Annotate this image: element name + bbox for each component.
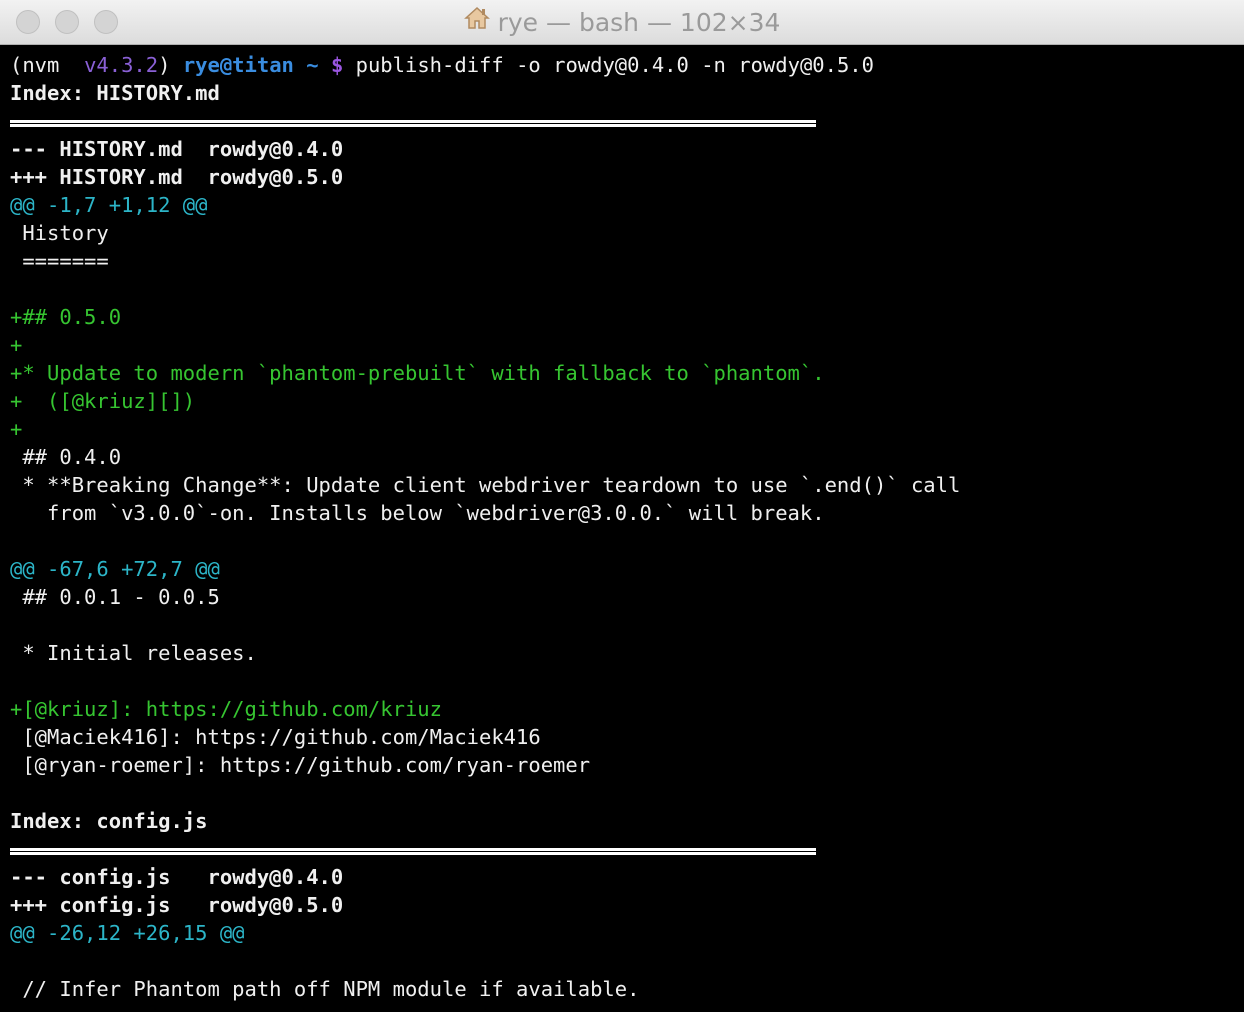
context-line: History bbox=[10, 221, 109, 245]
window-title-container: rye — bash — 102×34 bbox=[0, 0, 1244, 45]
diff-new-header: +++ HISTORY.md rowdy@0.5.0 bbox=[10, 165, 344, 189]
title-bar[interactable]: rye — bash — 102×34 bbox=[0, 0, 1244, 45]
context-line: [@ryan-roemer]: https://github.com/ryan-… bbox=[10, 753, 591, 777]
user-host: rye@titan bbox=[182, 53, 294, 77]
command-text: publish-diff -o rowdy@0.4.0 -n rowdy@0.5… bbox=[355, 53, 874, 77]
prompt-line: (nvm v4.3.2) rye@titan ~ $ publish-diff … bbox=[10, 51, 1244, 79]
terminal-window: rye — bash — 102×34 (nvm v4.3.2) rye@tit… bbox=[0, 0, 1244, 1012]
context-line: // Infer Phantom path off NPM module if … bbox=[10, 977, 640, 1001]
prompt-prefix: (nvm bbox=[10, 53, 85, 77]
context-line: ======= bbox=[10, 249, 109, 273]
terminal-output[interactable]: (nvm v4.3.2) rye@titan ~ $ publish-diff … bbox=[0, 46, 1244, 1012]
separator-rule bbox=[10, 107, 1244, 135]
diff-old-header: --- config.js rowdy@0.4.0 bbox=[10, 865, 344, 889]
prompt-paren: ) bbox=[158, 53, 183, 77]
home-folder-icon bbox=[463, 0, 490, 44]
diff-index-line: Index: config.js bbox=[10, 809, 208, 833]
context-line: ## 0.0.1 - 0.0.5 bbox=[10, 585, 220, 609]
added-line: + ([@kriuz][]) bbox=[10, 389, 196, 413]
context-line: [@Maciek416]: https://github.com/Maciek4… bbox=[10, 725, 541, 749]
context-line: * Initial releases. bbox=[10, 641, 257, 665]
added-line: + bbox=[10, 333, 23, 357]
hunk-header: @@ -1,7 +1,12 @@ bbox=[10, 193, 208, 217]
hunk-header: @@ -26,12 +26,15 @@ bbox=[10, 921, 245, 945]
nvm-version: v4.3.2 bbox=[84, 53, 159, 77]
context-line: ## 0.4.0 bbox=[10, 445, 122, 469]
added-line: +## 0.5.0 bbox=[10, 305, 122, 329]
diff-new-header: +++ config.js rowdy@0.5.0 bbox=[10, 893, 344, 917]
cwd: ~ bbox=[293, 53, 331, 77]
added-line: +[@kriuz]: https://github.com/kriuz bbox=[10, 697, 442, 721]
diff-index-line: Index: HISTORY.md bbox=[10, 81, 220, 105]
window-title: rye — bash — 102×34 bbox=[497, 8, 781, 37]
hunk-header: @@ -67,6 +72,7 @@ bbox=[10, 557, 220, 581]
separator-rule bbox=[10, 835, 1244, 863]
context-line: * **Breaking Change**: Update client web… bbox=[10, 473, 961, 497]
added-line: +* Update to modern `phantom-prebuilt` w… bbox=[10, 361, 825, 385]
added-line: + bbox=[10, 417, 23, 441]
context-line: from `v3.0.0`-on. Installs below `webdri… bbox=[10, 501, 825, 525]
diff-old-header: --- HISTORY.md rowdy@0.4.0 bbox=[10, 137, 344, 161]
prompt-dollar: $ bbox=[330, 53, 356, 77]
